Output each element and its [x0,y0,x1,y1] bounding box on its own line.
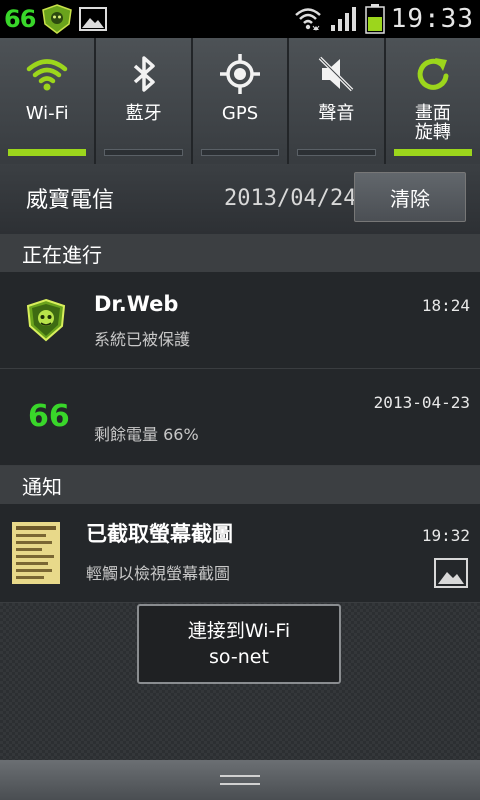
notification-title: 已截取螢幕截圖 [86,522,233,546]
status-bar: 66 19:33 [0,0,480,38]
gps-icon [220,54,261,94]
notification-title: Dr.Web [94,292,179,316]
toast-line2: so-net [209,646,269,668]
quick-settings-panel: Wi-Fi 藍牙 GPS 聲音 畫面 旋轉 [0,38,480,164]
toggle-indicator [393,149,473,156]
toggle-rotation[interactable]: 畫面 旋轉 [386,38,480,164]
toggle-indicator [8,149,87,156]
toggle-wifi[interactable]: Wi-Fi [0,38,97,164]
bluetooth-icon [133,56,155,92]
image-icon [434,558,468,588]
notification-screenshot[interactable]: 已截取螢幕截圖 輕觸以檢視螢幕截圖 19:32 [0,504,480,603]
carrier-row: 威寶電信 2013/04/24 清除 [0,164,480,235]
notification-text: 剩餘電量 66% [94,425,199,444]
wifi-signal-icon [294,8,321,31]
notification-drweb[interactable]: Dr.Web 系統已被保護 18:24 [0,272,480,369]
screenshot-thumbnail-icon [12,522,60,584]
notification-time: 2013-04-23 [373,393,470,412]
battery-percent-icon: 66 [28,399,70,434]
clock: 19:33 [390,4,474,34]
notification-text: 系統已被保護 [94,330,191,349]
dr-web-shield-icon [26,298,66,342]
notification-text: 輕觸以檢視螢幕截圖 [86,564,231,583]
grip-icon [220,775,260,785]
toggle-label: 聲音 [318,103,355,124]
dr-web-shield-icon [42,4,73,34]
toggle-sound[interactable]: 聲音 [289,38,386,164]
wifi-icon [26,59,68,91]
toggle-label: GPS [221,103,259,124]
notifications-section-header: 通知 [0,466,480,504]
clear-button[interactable]: 清除 [354,172,466,222]
toggle-gps[interactable]: GPS [193,38,290,164]
carrier-date: 2013/04/24 [224,186,357,211]
toggle-indicator [200,149,280,156]
toggle-indicator [297,149,376,156]
notification-time: 18:24 [421,296,470,315]
panel-drag-handle[interactable] [0,760,480,800]
wifi-toast: 連接到Wi-Fi so-net [137,604,341,684]
toggle-indicator [104,149,183,156]
toggle-label: Wi-Fi [25,103,69,124]
battery-percent-icon: 66 [4,5,36,33]
rotate-icon [417,58,449,90]
screenshot-image-icon [79,7,108,31]
mute-icon [319,56,354,92]
ongoing-section-header: 正在進行 [0,234,480,272]
notification-time: 19:32 [421,526,470,545]
battery-icon [364,4,385,34]
toggle-label: 藍牙 [125,103,162,124]
toggle-label: 畫面 旋轉 [414,103,451,143]
notification-battery[interactable]: 66 剩餘電量 66% 2013-04-23 [0,369,480,466]
toggle-bluetooth[interactable]: 藍牙 [96,38,193,164]
toast-line1: 連接到Wi-Fi [187,620,291,642]
cell-signal-icon [330,7,356,31]
carrier-name: 威寶電信 [26,188,115,213]
